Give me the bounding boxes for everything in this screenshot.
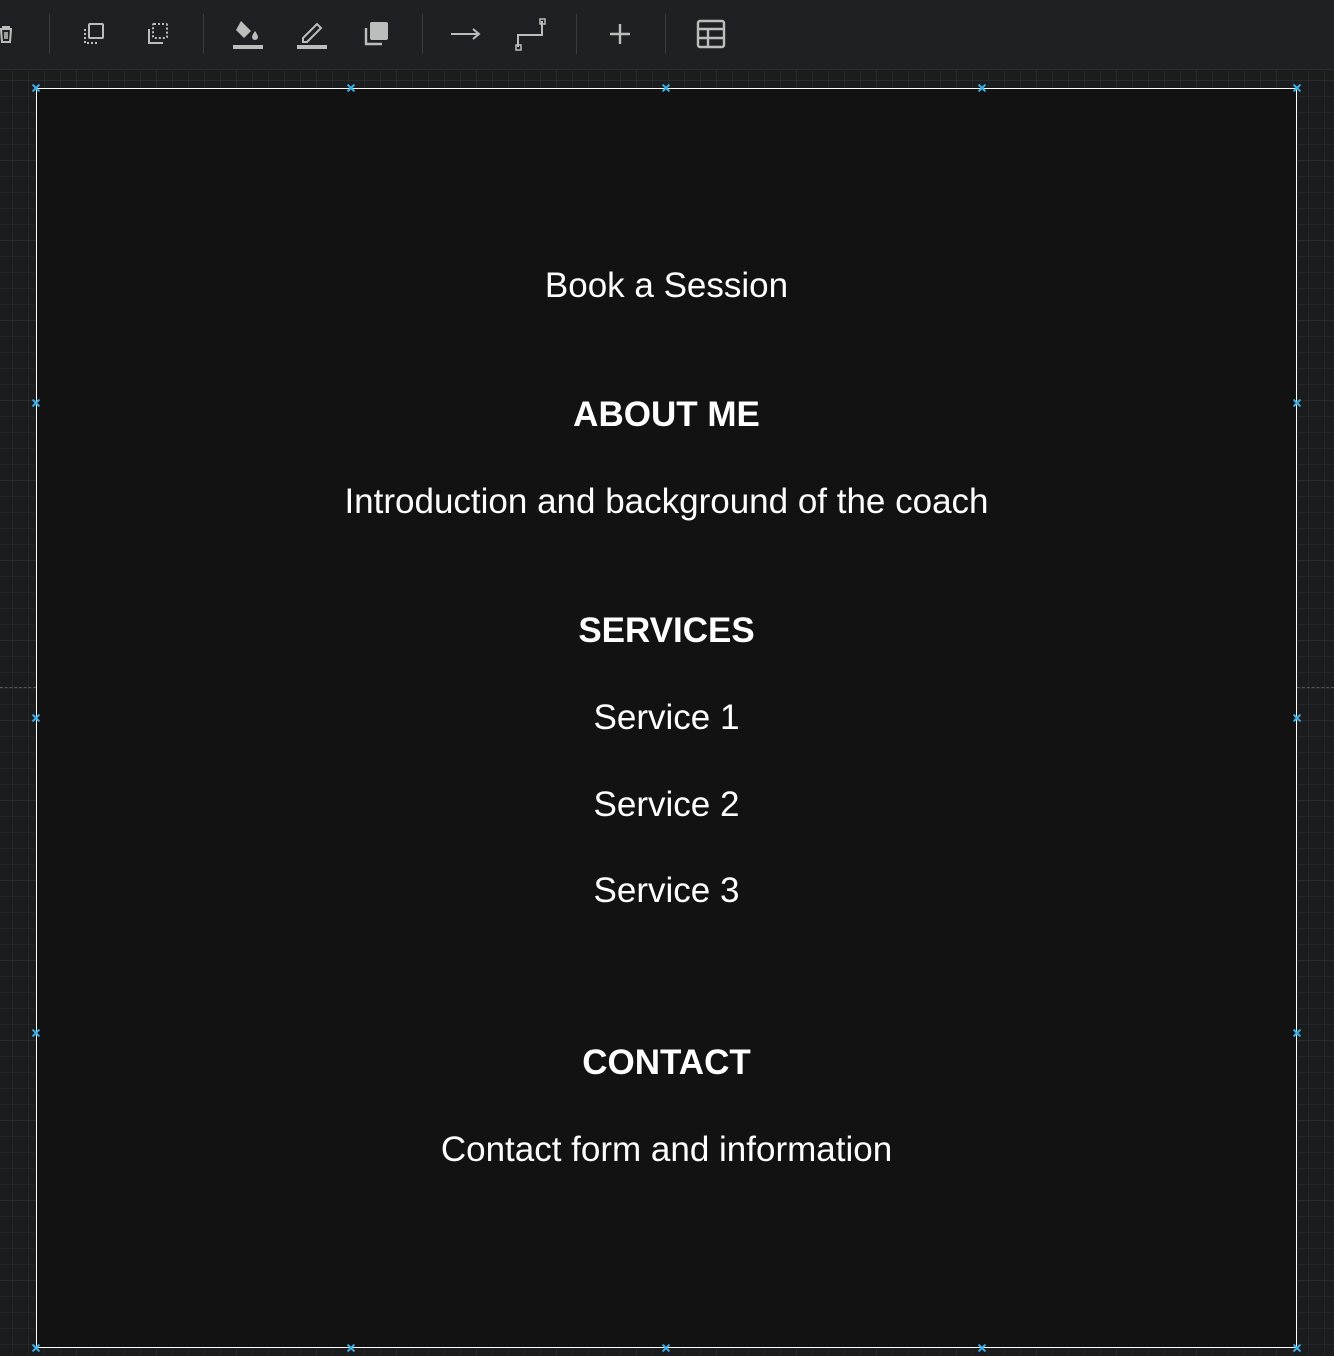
diagram-canvas[interactable]: Book a Session ABOUT ME Introduction and… <box>0 70 1334 1356</box>
service-item: Service 2 <box>593 785 740 824</box>
toolbar-separator <box>203 14 204 54</box>
resize-handle-e1[interactable] <box>1292 398 1302 408</box>
resize-handle-s[interactable] <box>661 1343 671 1353</box>
shadow-icon[interactable] <box>356 14 396 54</box>
toolbar-separator <box>576 14 577 54</box>
table-icon[interactable] <box>691 14 731 54</box>
resize-handle-nw[interactable] <box>31 83 41 93</box>
delete-icon[interactable] <box>0 14 26 54</box>
resize-handle-w2[interactable] <box>31 1028 41 1038</box>
service-item: Service 1 <box>593 698 740 737</box>
page-break-guide-right <box>1297 687 1334 688</box>
toolbar-separator <box>422 14 423 54</box>
to-front-icon[interactable] <box>74 14 114 54</box>
contact-heading: CONTACT <box>582 1043 751 1082</box>
resize-handle-w[interactable] <box>31 713 41 723</box>
connection-arrow-icon[interactable] <box>446 14 486 54</box>
selected-page-shape[interactable]: Book a Session ABOUT ME Introduction and… <box>36 88 1297 1348</box>
about-text: Introduction and background of the coach <box>344 482 989 521</box>
resize-handle-se[interactable] <box>1292 1343 1302 1353</box>
resize-handle-e2[interactable] <box>1292 1028 1302 1038</box>
toolbar-separator <box>49 14 50 54</box>
toolbar <box>0 0 1334 70</box>
line-color-icon[interactable] <box>292 14 332 54</box>
service-item: Service 3 <box>593 871 740 910</box>
about-heading: ABOUT ME <box>573 395 760 434</box>
resize-handle-ne[interactable] <box>1292 83 1302 93</box>
resize-handle-n1[interactable] <box>346 83 356 93</box>
resize-handle-s2[interactable] <box>977 1343 987 1353</box>
resize-handle-sw[interactable] <box>31 1343 41 1353</box>
contact-text: Contact form and information <box>440 1130 893 1169</box>
resize-handle-n2[interactable] <box>977 83 987 93</box>
resize-handle-s1[interactable] <box>346 1343 356 1353</box>
waypoints-icon[interactable] <box>510 14 550 54</box>
services-heading: SERVICES <box>578 611 755 650</box>
resize-handle-e[interactable] <box>1292 713 1302 723</box>
toolbar-separator <box>665 14 666 54</box>
resize-handle-n[interactable] <box>661 83 671 93</box>
page-break-guide-left <box>0 687 36 688</box>
insert-icon[interactable] <box>600 14 640 54</box>
resize-handle-w1[interactable] <box>31 398 41 408</box>
fill-color-icon[interactable] <box>228 14 268 54</box>
to-back-icon[interactable] <box>138 14 178 54</box>
book-session-label[interactable]: Book a Session <box>37 266 1296 306</box>
